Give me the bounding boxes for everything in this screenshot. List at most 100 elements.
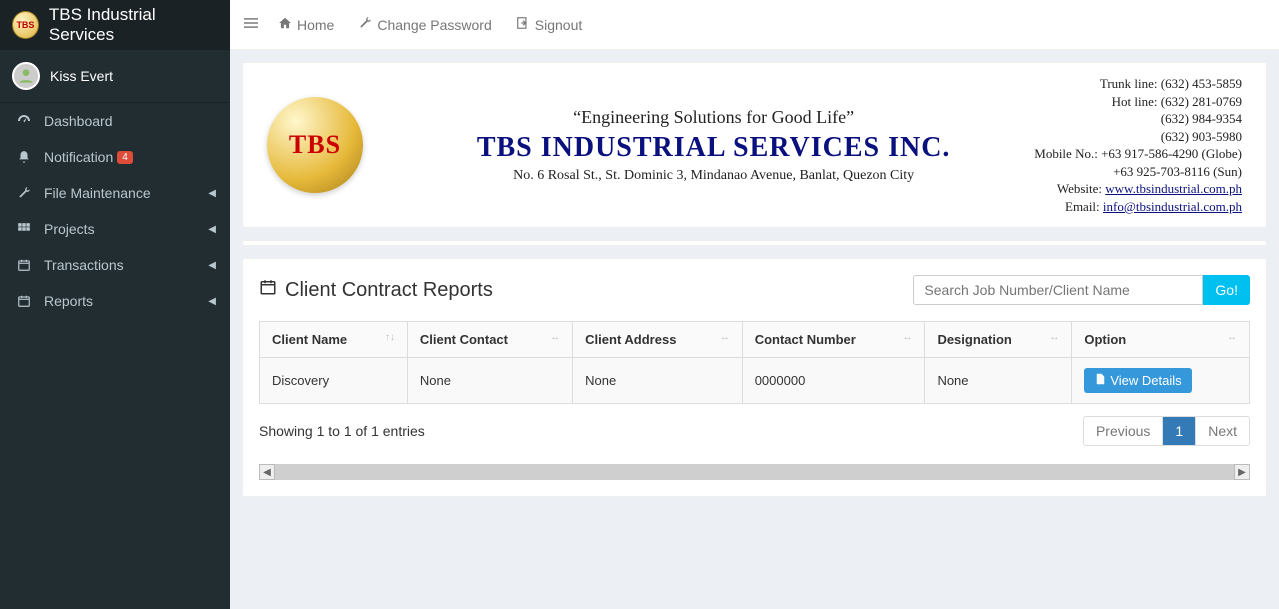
avatar-icon xyxy=(16,66,36,86)
contact-trunk: Trunk line: (632) 453-5859 xyxy=(1034,75,1242,93)
avatar xyxy=(12,62,40,90)
calendar-icon xyxy=(14,294,34,308)
banner: TBS “Engineering Solutions for Good Life… xyxy=(242,62,1267,228)
search-wrap: Go! xyxy=(913,275,1250,305)
chevron-left-icon: ◀ xyxy=(208,224,216,235)
nav-home-label: Home xyxy=(297,17,334,33)
contact-email[interactable]: info@tbsindustrial.com.ph xyxy=(1103,199,1242,214)
cell-client-name: Discovery xyxy=(260,358,408,404)
wrench-icon xyxy=(358,16,372,33)
sidebar-item-transactions[interactable]: Transactions ◀ xyxy=(0,247,230,283)
cell-client-contact: None xyxy=(407,358,572,404)
cell-contact-number: 0000000 xyxy=(742,358,925,404)
panel-title: Client Contract Reports xyxy=(259,278,493,302)
banner-logo: TBS xyxy=(267,97,363,193)
wrench-icon xyxy=(14,186,34,200)
menu-toggle-icon[interactable] xyxy=(244,16,258,33)
cell-option: View Details xyxy=(1072,358,1250,404)
user-name: Kiss Evert xyxy=(50,68,113,84)
sidebar-item-label: Notification xyxy=(44,149,113,165)
sidebar-item-label: Transactions xyxy=(44,257,124,273)
col-option: Option↔ xyxy=(1072,322,1250,358)
chevron-left-icon: ◀ xyxy=(208,188,216,199)
signout-icon xyxy=(516,16,530,33)
page-prev[interactable]: Previous xyxy=(1084,417,1162,445)
brand-bar: TBS TBS Industrial Services xyxy=(0,0,230,50)
col-client-name[interactable]: Client Name↑↓ xyxy=(260,322,408,358)
home-icon xyxy=(278,16,292,33)
report-table: Client Name↑↓ Client Contact↔ Client Add… xyxy=(259,321,1250,404)
nav-home[interactable]: Home xyxy=(278,16,334,33)
sort-icon: ↑↓ xyxy=(385,332,395,343)
sort-icon: ↔ xyxy=(1227,332,1237,343)
panel-title-text: Client Contract Reports xyxy=(285,279,493,302)
panel-header: Client Contract Reports Go! xyxy=(259,275,1250,305)
contact-l3: (632) 984-9354 xyxy=(1034,110,1242,128)
cell-client-address: None xyxy=(573,358,743,404)
contact-mobile2: +63 925-703-8116 (Sun) xyxy=(1034,163,1242,181)
report-panel: Client Contract Reports Go! Client Name↑… xyxy=(242,258,1267,497)
horizontal-scrollbar[interactable]: ◀ ▶ xyxy=(259,464,1250,480)
sort-icon: ↔ xyxy=(1049,332,1059,343)
sidebar-item-label: Projects xyxy=(44,221,95,237)
scroll-track[interactable] xyxy=(275,464,1234,480)
file-icon xyxy=(1094,373,1106,388)
contact-email-label: Email: xyxy=(1065,199,1103,214)
user-panel: Kiss Evert xyxy=(0,50,230,103)
col-client-address[interactable]: Client Address↔ xyxy=(573,322,743,358)
sidebar-item-file-maintenance[interactable]: File Maintenance ◀ xyxy=(0,175,230,211)
view-details-label: View Details xyxy=(1110,373,1181,388)
sidebar-item-label: File Maintenance xyxy=(44,185,151,201)
col-designation[interactable]: Designation↔ xyxy=(925,322,1072,358)
search-input[interactable] xyxy=(913,275,1203,305)
contact-website[interactable]: www.tbsindustrial.com.ph xyxy=(1105,181,1242,196)
nav-signout-label: Signout xyxy=(535,17,582,33)
scroll-right-icon[interactable]: ▶ xyxy=(1234,464,1250,480)
go-button[interactable]: Go! xyxy=(1203,275,1250,305)
brand-logo: TBS xyxy=(12,11,39,39)
grid-icon xyxy=(14,222,34,236)
sort-icon: ↔ xyxy=(720,332,730,343)
col-client-contact[interactable]: Client Contact↔ xyxy=(407,322,572,358)
sidebar-item-dashboard[interactable]: Dashboard xyxy=(0,103,230,139)
gauge-icon xyxy=(14,113,34,129)
banner-address: No. 6 Rosal St., St. Dominic 3, Mindanao… xyxy=(393,168,1034,184)
notification-badge: 4 xyxy=(117,151,133,164)
calendar-icon xyxy=(259,278,277,302)
nav-change-password[interactable]: Change Password xyxy=(358,16,491,33)
table-footer: Showing 1 to 1 of 1 entries Previous 1 N… xyxy=(259,416,1250,446)
chevron-left-icon: ◀ xyxy=(208,296,216,307)
col-contact-number[interactable]: Contact Number↔ xyxy=(742,322,925,358)
calendar-icon xyxy=(14,258,34,272)
nav-change-password-label: Change Password xyxy=(377,17,491,33)
chevron-left-icon: ◀ xyxy=(208,260,216,271)
sidebar-item-notification[interactable]: Notification 4 xyxy=(0,139,230,175)
brand-title: TBS Industrial Services xyxy=(49,5,218,45)
sidebar-menu: Dashboard Notification 4 File Maintenanc… xyxy=(0,103,230,319)
banner-tagline: “Engineering Solutions for Good Life” xyxy=(393,107,1034,128)
sidebar-item-projects[interactable]: Projects ◀ xyxy=(0,211,230,247)
table-info: Showing 1 to 1 of 1 entries xyxy=(259,423,425,439)
sidebar-item-reports[interactable]: Reports ◀ xyxy=(0,283,230,319)
scroll-left-icon[interactable]: ◀ xyxy=(259,464,275,480)
contact-mobile1: Mobile No.: +63 917-586-4290 (Globe) xyxy=(1034,145,1242,163)
page-current[interactable]: 1 xyxy=(1162,417,1195,445)
pagination: Previous 1 Next xyxy=(1083,416,1250,446)
cell-designation: None xyxy=(925,358,1072,404)
sidebar: TBS TBS Industrial Services Kiss Evert D… xyxy=(0,0,230,609)
sidebar-item-label: Dashboard xyxy=(44,113,113,129)
page-next[interactable]: Next xyxy=(1195,417,1249,445)
sort-icon: ↔ xyxy=(902,332,912,343)
banner-contact: Trunk line: (632) 453-5859 Hot line: (63… xyxy=(1034,75,1242,215)
contact-website-label: Website: xyxy=(1057,181,1105,196)
bell-icon xyxy=(14,150,34,164)
top-nav: Home Change Password Signout xyxy=(230,0,1279,50)
contact-l4: (632) 903-5980 xyxy=(1034,128,1242,146)
contact-hot: Hot line: (632) 281-0769 xyxy=(1034,93,1242,111)
nav-signout[interactable]: Signout xyxy=(516,16,582,33)
view-details-button[interactable]: View Details xyxy=(1084,368,1191,393)
banner-company: TBS INDUSTRIAL SERVICES INC. xyxy=(393,132,1034,164)
sidebar-item-label: Reports xyxy=(44,293,93,309)
content-area: Home Change Password Signout TBS “Engine… xyxy=(230,0,1279,609)
panel-strip xyxy=(242,240,1267,246)
